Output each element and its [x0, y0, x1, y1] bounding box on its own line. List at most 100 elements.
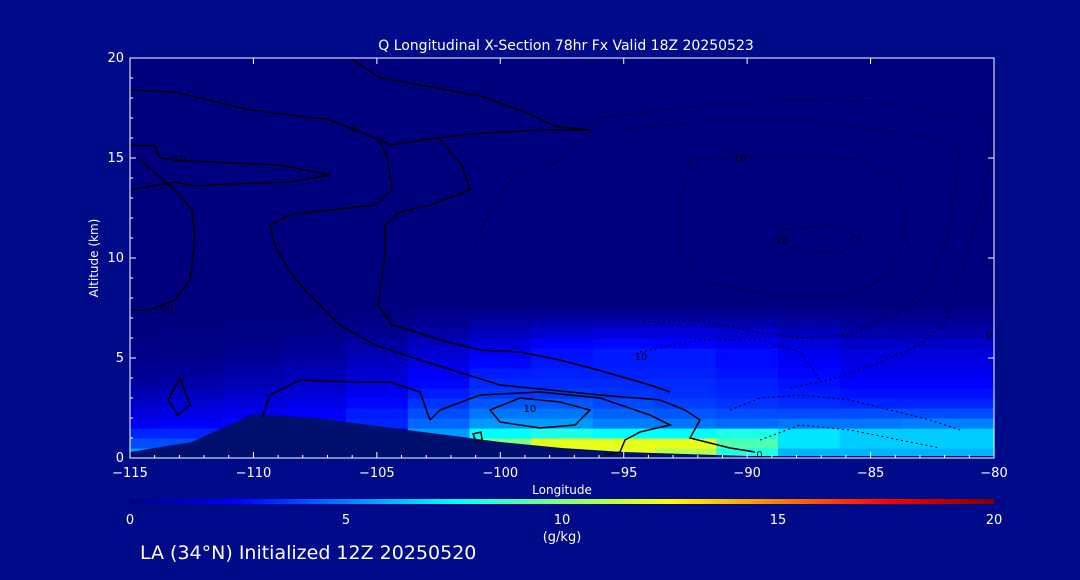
field-cell: [778, 298, 841, 309]
field-cell: [592, 398, 656, 409]
field-cell: [469, 318, 532, 329]
field-cell: [901, 308, 964, 319]
field-cell: [160, 338, 224, 349]
field-cell: [160, 408, 224, 419]
contour-label: 10: [733, 154, 746, 165]
field-cell: [716, 328, 779, 339]
field-cell: [284, 328, 347, 339]
chart-title: Q Longitudinal X-Section 78hr Fx Valid 1…: [378, 38, 754, 54]
field-cell: [901, 368, 964, 379]
y-axis-label: Altitude (km): [87, 219, 101, 298]
field-cell: [222, 388, 285, 399]
field-cell: [901, 408, 964, 419]
field-cell: [346, 338, 409, 349]
plot-area: 10 0 10 0 10 0 10 10 10 0: [129, 57, 995, 461]
field-cell: [654, 308, 717, 319]
field-cell: [469, 408, 532, 419]
field-cell: [716, 358, 779, 369]
field-cell: [222, 308, 285, 319]
field-cell: [469, 308, 532, 319]
field-cell: [407, 348, 471, 359]
field-cell: [716, 428, 779, 439]
field-cell: [716, 348, 779, 359]
field-cell: [407, 318, 471, 329]
field-cell: [778, 398, 841, 409]
field-cell: [160, 418, 224, 429]
field-cell: [346, 378, 409, 389]
x-tick-label: −100: [482, 466, 518, 481]
field-cell: [839, 378, 903, 389]
field-cell: [839, 388, 903, 399]
field-cell: [160, 378, 224, 389]
field-cell: [469, 418, 532, 429]
field-cell: [592, 308, 656, 319]
field-cell: [346, 368, 409, 379]
field-cell: [531, 368, 594, 379]
contour-label: 0: [384, 310, 390, 321]
field-cell: [592, 418, 656, 429]
field-cell: [531, 348, 594, 359]
y-tick-label: 5: [116, 351, 124, 366]
field-cell: [531, 418, 594, 429]
field-cell: [531, 428, 594, 439]
y-tick-label: 0: [116, 451, 124, 466]
field-cell: [654, 378, 717, 389]
field-cell: [469, 358, 532, 369]
contour-label: 10: [524, 404, 537, 415]
contour-label: 0: [756, 450, 762, 461]
colorbar-gradient: [130, 499, 994, 504]
field-cell: [407, 398, 471, 409]
contour-label: 0: [986, 330, 992, 341]
field-cell: [346, 388, 409, 399]
field-cell: [839, 408, 903, 419]
field-cell: [346, 308, 409, 319]
field-cell: [531, 338, 594, 349]
field-cell: [901, 358, 964, 369]
field-cell: [284, 338, 347, 349]
field-cell: [839, 298, 903, 309]
field-cell: [716, 408, 779, 419]
field-cell: [407, 378, 471, 389]
field-cell: [346, 408, 409, 419]
field-cell: [592, 298, 656, 309]
field-cell: [346, 298, 409, 309]
field-cell: [222, 378, 285, 389]
footer-caption: LA (34°N) Initialized 12Z 20250520: [140, 542, 477, 564]
field-cell: [901, 338, 964, 349]
field-cell: [407, 298, 471, 309]
field-cell: [654, 398, 717, 409]
x-axis-label: Longitude: [532, 483, 592, 497]
field-cell: [531, 378, 594, 389]
field-cell: [901, 418, 964, 429]
field-cell: [346, 398, 409, 409]
field-cell: [222, 398, 285, 409]
field-cell: [716, 398, 779, 409]
colorbar: (g/kg) 0 5 10 15 20: [126, 499, 1002, 545]
field-cell: [222, 328, 285, 339]
field-cell: [654, 318, 717, 329]
field-cell: [592, 338, 656, 349]
field-cell: [778, 408, 841, 419]
field-cell: [531, 298, 594, 309]
field-cell: [839, 308, 903, 319]
field-cell: [407, 388, 471, 399]
field-cell: [592, 318, 656, 329]
field-cell: [284, 368, 347, 379]
field-cell: [901, 318, 964, 329]
colorbar-tick-label: 0: [126, 513, 134, 528]
field-cell: [839, 418, 903, 429]
field-cell: [839, 438, 903, 449]
field-cell: [716, 418, 779, 429]
y-tick-label: 20: [107, 51, 124, 66]
x-tick-label: −115: [112, 466, 148, 481]
field-cell: [716, 298, 779, 309]
field-cell: [901, 438, 964, 449]
y-tick-label: 15: [107, 151, 124, 166]
field-cell: [222, 318, 285, 329]
field-cell: [160, 348, 224, 359]
field-cell: [839, 358, 903, 369]
field-cell: [839, 348, 903, 359]
field-cell: [778, 338, 841, 349]
field-cell: [654, 368, 717, 379]
field-cell: [160, 318, 224, 329]
